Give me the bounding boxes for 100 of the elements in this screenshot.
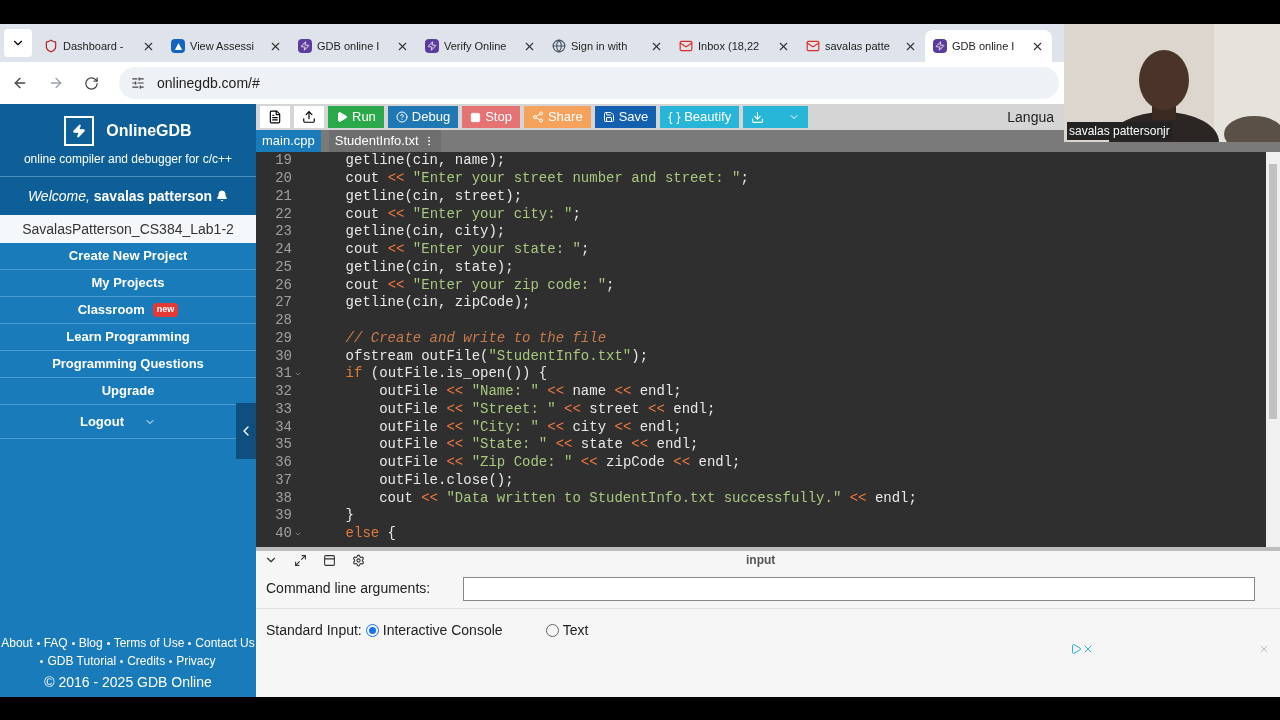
tab-title: GDB online I [317, 38, 381, 54]
item-label: Programming Questions [52, 355, 204, 374]
item-label: My Projects [91, 274, 165, 293]
footer-link[interactable]: Privacy [176, 652, 216, 670]
collapse-sidebar-button[interactable] [236, 403, 256, 459]
tab-title: Inbox (18,22 [698, 38, 761, 54]
line-number: 25 [274, 257, 292, 277]
code-line: cout << "Enter your zip code: "; [344, 275, 615, 295]
save-button[interactable]: Save [594, 106, 657, 128]
tagline: online compiler and debugger for c/c++ [23, 151, 233, 168]
sidebar-item[interactable]: My Projects [0, 270, 256, 297]
bullet-icon [169, 659, 173, 663]
line-number: 20 [274, 169, 292, 189]
welcome-text: Welcome, savalas patterson [27, 186, 213, 206]
bolt-icon [425, 39, 439, 53]
beautify-button[interactable]: { } Beautify [660, 106, 740, 128]
layout-icon[interactable] [323, 553, 336, 567]
item-label: Logout [79, 412, 124, 431]
code-line: ofstream outFile("StudentInfo.txt"); [344, 346, 649, 366]
file-icon [268, 110, 282, 124]
line-number: 37 [274, 470, 292, 490]
bolt-icon [298, 39, 312, 53]
code-line: if (outFile.is_open()) { [344, 364, 548, 384]
line-number: 23 [274, 222, 292, 242]
address-bar[interactable]: onlinegdb.com/# [119, 67, 1059, 99]
footer-link[interactable]: Blog [78, 634, 103, 652]
code-line: outFile.close(); [378, 470, 514, 490]
line-number: 26 [274, 275, 292, 295]
browser-tab[interactable]: View Assessi [163, 30, 290, 62]
globe-icon [552, 39, 566, 53]
upload-icon [302, 110, 316, 124]
code-line: cout << "Enter your city: "; [344, 204, 581, 224]
back-icon[interactable] [12, 75, 28, 91]
brand-name: OnlineGDB [106, 121, 192, 141]
line-number: 22 [274, 204, 292, 224]
line-number: 35 [274, 435, 292, 455]
settings-icon[interactable] [352, 553, 365, 567]
args-field[interactable] [463, 576, 1255, 601]
code-line: getline(cin, state); [344, 257, 514, 277]
code-line: cout << "Data written to StudentInfo.txt successfully." << endl; [378, 488, 917, 508]
code-line: getline(cin, name); [344, 152, 506, 171]
bullet-icon [106, 641, 110, 645]
bullet-icon [40, 659, 44, 663]
line-number: 31 [274, 364, 292, 384]
project-name[interactable]: SavalasPatterson_CS384_Lab1-2 [0, 215, 256, 243]
radio-option[interactable]: Interactive Console [365, 619, 546, 641]
download-icon [751, 110, 765, 124]
browser-tab[interactable]: Inbox (18,22 [671, 30, 798, 62]
sidebar-item[interactable]: Learn Programming [0, 324, 256, 351]
line-number: 32 [274, 382, 292, 402]
tab-title: Dashboard - [63, 38, 125, 54]
line-number: 39 [274, 506, 292, 526]
run-button[interactable]: Run [328, 106, 384, 128]
debug-icon [395, 111, 408, 123]
url-text: onlinegdb.com/# [157, 73, 260, 93]
footer-link[interactable]: Terms of Use [113, 634, 185, 652]
radio-option[interactable]: Text [545, 619, 589, 641]
browser-tab[interactable]: Sign in with [544, 30, 671, 62]
line-number: 24 [274, 240, 292, 260]
footer-link[interactable]: Contact Us [195, 634, 255, 652]
debug-button[interactable]: Debug [387, 106, 459, 128]
line-number: 27 [274, 293, 292, 313]
browser-tab[interactable]: GDB online I [925, 30, 1052, 62]
line-number: 28 [274, 311, 292, 331]
sidebar-item[interactable]: Programming Questions [0, 351, 256, 378]
code-line: cout << "Enter your state: "; [344, 240, 590, 260]
footer-link[interactable]: Credits [127, 652, 166, 670]
participant-name: savalas pattersonjr [1067, 122, 1172, 140]
browser-tab[interactable]: Verify Online [417, 30, 544, 62]
bullet-icon [188, 641, 192, 645]
footer-link[interactable]: About [1, 634, 33, 652]
footer-link[interactable]: FAQ [43, 634, 68, 652]
upload-button[interactable] [294, 106, 324, 128]
triangle-icon [171, 39, 185, 53]
file-tab[interactable]: StudentInfo.txt [328, 130, 441, 152]
browser-tab[interactable]: savalas patte [798, 30, 925, 62]
share-icon [531, 111, 544, 123]
browser-tab[interactable]: GDB online I [290, 30, 417, 62]
line-number: 34 [274, 417, 292, 437]
expand-icon[interactable] [294, 553, 307, 567]
footer-link[interactable]: GDB Tutorial [47, 652, 117, 670]
stop-button[interactable]: Stop [462, 106, 520, 128]
bell-icon[interactable] [216, 190, 229, 202]
code-line: outFile << "City: " << city << endl; [378, 417, 682, 437]
language-label: Langua [1007, 107, 1054, 127]
reload-icon[interactable] [84, 75, 99, 91]
sidebar-item[interactable]: Classroom new [0, 297, 256, 324]
site-settings-icon[interactable] [131, 76, 145, 90]
scrollbar[interactable] [1266, 152, 1280, 547]
code-line: getline(cin, city); [344, 222, 506, 242]
code-line: else { [344, 524, 397, 544]
file-tab[interactable]: main.cpp [256, 130, 321, 152]
browser-tab[interactable]: Dashboard - [36, 30, 163, 62]
bolt-icon [933, 39, 947, 53]
logo-icon [64, 116, 95, 146]
new-button[interactable] [260, 106, 290, 128]
panel-title: input [746, 552, 776, 569]
line-number: 38 [274, 488, 292, 508]
tab-title: Verify Online [444, 38, 508, 54]
sidebar-item[interactable]: Create New Project [0, 243, 256, 270]
